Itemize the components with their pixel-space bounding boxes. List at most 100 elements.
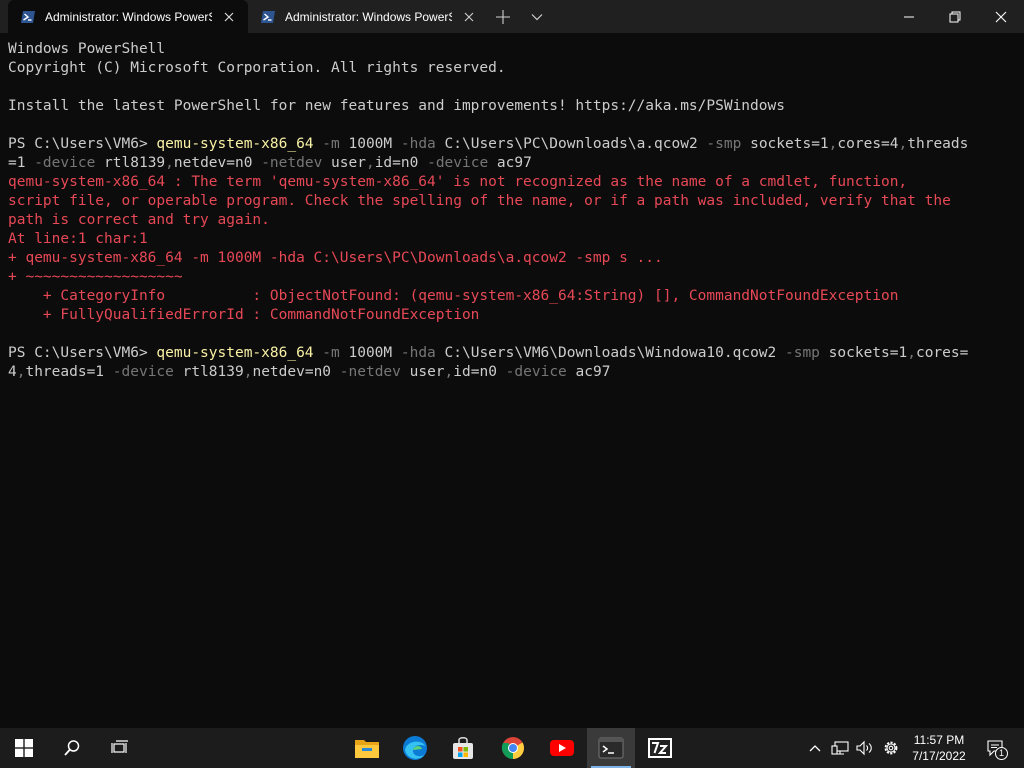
file-explorer-icon	[355, 740, 379, 758]
close-icon[interactable]	[221, 9, 237, 25]
console-text: sockets=1	[741, 136, 829, 152]
parameter-text: -device	[25, 155, 96, 171]
console-text: id=n0	[453, 364, 497, 380]
console-text: rtl8139	[173, 364, 244, 380]
youtube-icon	[550, 740, 574, 756]
clock-time: 11:57 PM	[913, 733, 965, 747]
chevron-down-icon[interactable]	[530, 10, 544, 24]
console-line: PS C:\Users\VM6> qemu-system-x86_64 -m 1…	[8, 135, 1018, 154]
console-text: PS C:\Users\VM6>	[8, 136, 157, 152]
settings-gear-icon	[884, 741, 898, 755]
tab-title: Administrator: Windows PowerShell	[45, 9, 212, 24]
console-text: threads	[907, 136, 969, 152]
console-text: ac97	[488, 155, 532, 171]
volume-control[interactable]	[853, 728, 877, 768]
volume-icon	[856, 740, 872, 756]
parameter-text: -device	[418, 155, 489, 171]
error-text: path is correct and try again.	[8, 212, 270, 228]
7zip-icon	[648, 738, 672, 758]
console-text: user	[322, 155, 366, 171]
console-line: Windows PowerShell	[8, 40, 1018, 59]
console-line: 4,threads=1 -device rtl8139,netdev=n0 -n…	[8, 363, 1018, 382]
start-button[interactable]	[0, 728, 48, 768]
console-text: netdev=n0	[252, 364, 332, 380]
error-text: + FullyQualifiedErrorId : CommandNotFoun…	[8, 307, 480, 323]
taskbar-store[interactable]	[439, 728, 487, 768]
taskbar-7zip[interactable]	[636, 728, 684, 768]
parameter-text: -device	[104, 364, 174, 380]
taskbar-edge[interactable]	[391, 728, 439, 768]
task-view-icon	[111, 740, 128, 753]
parameter-text: -m	[313, 136, 340, 152]
console-text: 4	[8, 364, 17, 380]
command-text: qemu-system-x86_64	[156, 136, 314, 152]
terminal-icon	[598, 737, 624, 759]
taskbar-terminal[interactable]	[587, 728, 635, 768]
parameter-text: -hda	[392, 345, 436, 361]
console-text: Copyright (C) Microsoft Corporation. All…	[8, 60, 506, 76]
error-text: script file, or operable program. Check …	[8, 193, 951, 209]
taskbar-youtube[interactable]	[538, 728, 586, 768]
plus-icon[interactable]	[494, 8, 512, 26]
taskbar-chrome[interactable]	[489, 728, 537, 768]
parameter-text: ,	[898, 136, 908, 152]
error-text: At line:1 char:1	[8, 231, 148, 247]
parameter-text: -hda	[392, 136, 436, 152]
console-line: path is correct and try again.	[8, 211, 1018, 230]
console-text: Windows PowerShell	[8, 41, 166, 57]
parameter-text: ,	[365, 155, 375, 171]
console-text: =1	[8, 155, 26, 171]
taskbar: 11:57 PM 7/17/2022 1	[0, 728, 1024, 768]
edge-icon	[403, 736, 427, 760]
close-window-button[interactable]	[978, 0, 1024, 33]
console-line: + ~~~~~~~~~~~~~~~~~~	[8, 268, 1018, 287]
tab-active[interactable]: Administrator: Windows PowerShell	[8, 0, 248, 33]
parameter-text: -netdev	[331, 364, 401, 380]
console-output[interactable]: Windows PowerShell Copyright (C) Microsof…	[8, 40, 1018, 720]
parameter-text: -netdev	[252, 155, 323, 171]
console-text: ac97	[566, 364, 611, 380]
console-text: sockets=1	[819, 345, 908, 361]
tab-inactive[interactable]: Administrator: Windows PowerShell	[250, 0, 486, 33]
console-line: =1 -device rtl8139,netdev=n0 -netdev use…	[8, 154, 1018, 173]
console-text: C:\Users\VM6\Downloads\Windowa10.qcow2	[435, 345, 777, 361]
taskbar-file-explorer[interactable]	[343, 728, 391, 768]
error-text: + ~~~~~~~~~~~~~~~~~~	[8, 269, 183, 285]
search-button[interactable]	[48, 728, 96, 768]
console-text: Install the latest PowerShell for new fe…	[8, 98, 785, 114]
task-view-button[interactable]	[96, 728, 144, 768]
microsoft-store-icon	[453, 737, 473, 759]
parameter-text: ,	[444, 364, 454, 380]
clock-date: 7/17/2022	[912, 749, 966, 763]
maximize-button[interactable]	[932, 0, 978, 33]
error-text: + qemu-system-x86_64 -m 1000M -hda C:\Us…	[8, 250, 663, 266]
maximize-icon	[949, 11, 961, 22]
console-text: netdev=n0	[173, 155, 253, 171]
network-icon	[831, 741, 849, 755]
parameter-text: -smp	[697, 136, 742, 152]
clock[interactable]: 11:57 PM 7/17/2022	[904, 732, 974, 764]
windows-start-icon	[15, 739, 33, 757]
console-text: PS C:\Users\VM6>	[8, 345, 157, 361]
console-line: + qemu-system-x86_64 -m 1000M -hda C:\Us…	[8, 249, 1018, 268]
settings-tray[interactable]	[879, 728, 903, 768]
command-text: qemu-system-x86_64	[156, 345, 314, 361]
powershell-icon	[261, 10, 275, 23]
console-text: threads=1	[25, 364, 105, 380]
console-text: rtl8139	[95, 155, 166, 171]
show-hidden-icons[interactable]	[804, 728, 826, 768]
minimize-button[interactable]	[886, 0, 932, 33]
close-icon[interactable]	[461, 9, 477, 25]
parameter-text: ,	[165, 155, 174, 171]
console-text: 1000M	[339, 136, 393, 152]
console-text: 1000M	[339, 345, 393, 361]
parameter-text: -m	[313, 345, 340, 361]
title-bar[interactable]: Administrator: Windows PowerShell Admini…	[0, 0, 1024, 33]
chrome-icon	[501, 737, 524, 759]
chevron-up-icon	[809, 745, 821, 752]
network-status[interactable]	[828, 728, 852, 768]
error-text: qemu-system-x86_64 : The term 'qemu-syst…	[8, 174, 908, 190]
console-line: PS C:\Users\VM6> qemu-system-x86_64 -m 1…	[8, 344, 1018, 363]
